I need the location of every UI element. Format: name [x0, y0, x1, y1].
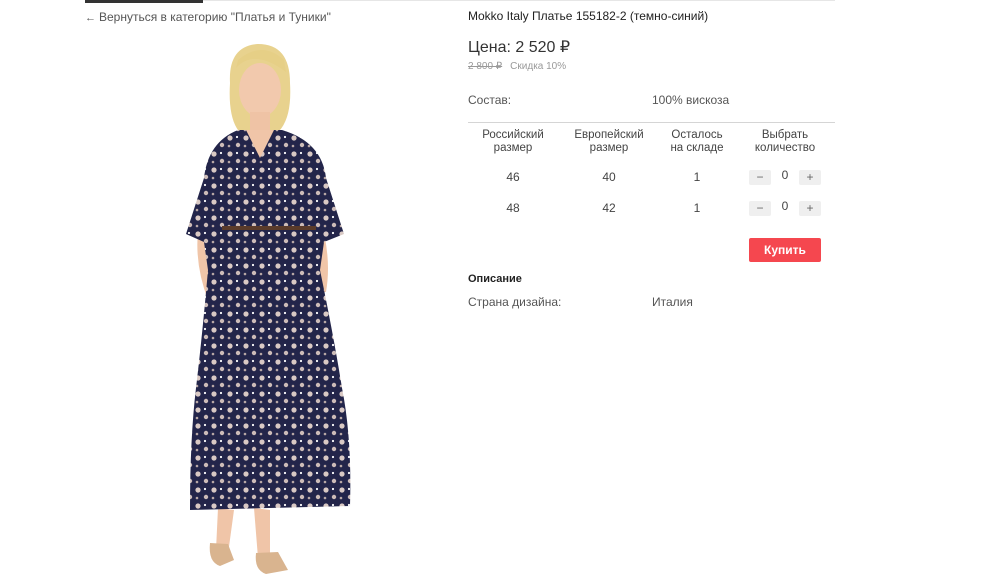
row2-ru-size: 48: [506, 201, 520, 215]
header-ru-size-line2: размер: [493, 141, 533, 154]
row1-minus-button[interactable]: −: [749, 170, 771, 185]
row2-quantity-value[interactable]: 0: [771, 199, 799, 213]
description-heading: Описание: [468, 273, 522, 285]
row1-stock: 1: [693, 170, 701, 184]
row2-minus-button[interactable]: −: [749, 201, 771, 216]
header-eu-size-line1: Европейский: [574, 129, 644, 141]
header-stock: Осталось на складе: [652, 129, 742, 154]
header-quantity-line1: Выбрать: [761, 129, 809, 141]
header-ru-size-line1: Российский: [482, 129, 544, 141]
active-tab-indicator: [85, 0, 203, 3]
row2-plus-button[interactable]: +: [799, 201, 821, 216]
discount-label: Скидка 10%: [510, 61, 567, 72]
country-label: Страна дизайна:: [468, 295, 562, 309]
country-value: Италия: [652, 295, 693, 309]
row2-quantity-stepper: − 0 +: [749, 199, 821, 217]
header-ru-size: Российский размер: [468, 129, 558, 154]
table-divider: [468, 122, 835, 123]
row1-eu-size: 40: [602, 170, 616, 184]
product-title: Mokko Italy Платье 155182-2 (темно-синий…: [468, 9, 709, 23]
row2-eu-size: 42: [602, 201, 616, 215]
row1-quantity-stepper: − 0 +: [749, 168, 821, 186]
buy-button[interactable]: Купить: [749, 238, 821, 262]
row2-stock: 1: [693, 201, 701, 215]
old-price-row: 2 800 ₽ Скидка 10%: [468, 61, 566, 72]
row1-ru-size: 46: [506, 170, 520, 184]
header-eu-size-line2: размер: [589, 141, 629, 154]
back-arrow-icon: ←: [85, 12, 96, 24]
header-stock-line1: Осталось: [671, 129, 723, 141]
header-quantity-line2: количество: [754, 141, 816, 154]
composition-value: 100% вискоза: [652, 93, 730, 107]
header-stock-line2: на складе: [670, 141, 724, 154]
header-quantity: Выбрать количество: [740, 129, 830, 154]
composition-label: Состав:: [468, 93, 512, 107]
back-to-category-link[interactable]: ← Вернуться в категорию "Платья и Туники": [85, 10, 331, 24]
back-link-label: Вернуться в категорию "Платья и Туники": [99, 10, 331, 24]
row1-quantity-value[interactable]: 0: [771, 168, 799, 182]
row1-plus-button[interactable]: +: [799, 170, 821, 185]
header-eu-size: Европейский размер: [564, 129, 654, 154]
product-photo[interactable]: [130, 38, 410, 582]
old-price: 2 800 ₽: [468, 61, 503, 72]
product-price: Цена: 2 520 ₽: [468, 39, 571, 56]
